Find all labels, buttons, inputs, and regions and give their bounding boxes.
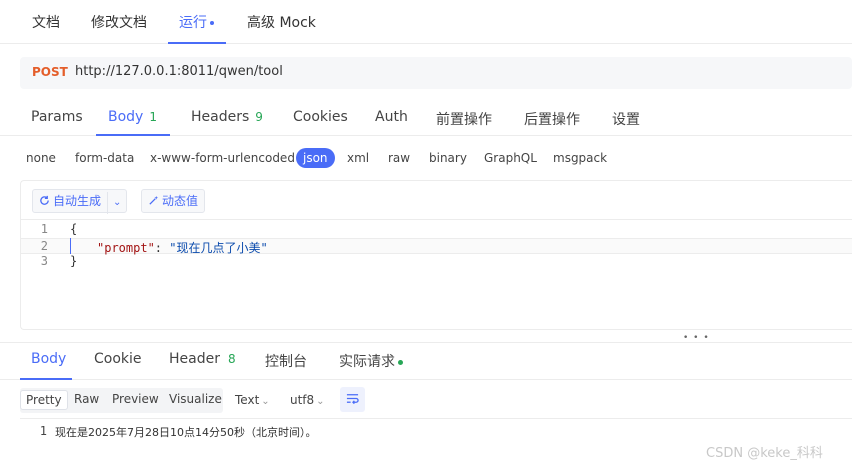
word-wrap-button[interactable] [340, 387, 365, 412]
editor-toolbar: 自动生成 ⌄ 动态值 [21, 181, 852, 220]
json-colon: : [154, 241, 170, 255]
body-type-xml[interactable]: xml [347, 151, 369, 165]
chevron-down-icon: ⌄ [261, 396, 270, 407]
body-type-raw[interactable]: raw [388, 151, 410, 165]
response-line: 1 现在是2025年7月28日10点14分50秒（北京时间）。 [20, 424, 852, 440]
body-type-binary[interactable]: binary [429, 151, 467, 165]
tab-run[interactable]: 运行 [179, 12, 214, 32]
line-number: 1 [40, 222, 48, 236]
dynamic-value-button[interactable]: 动态值 [141, 189, 206, 213]
body-editor[interactable]: 自动生成 ⌄ 动态值 1 { 2 "prompt": "现在几点了小美" 3 } [20, 180, 852, 330]
http-method[interactable]: POST [32, 65, 68, 79]
body-type-none[interactable]: none [26, 151, 56, 165]
magic-wand-icon [149, 195, 159, 205]
refresh-icon [40, 195, 49, 205]
tab-body[interactable]: Body 1 [108, 109, 157, 125]
line-number: 1 [39, 424, 47, 438]
resp-tab-body[interactable]: Body [31, 351, 66, 367]
code-line: 2 "prompt": "现在几点了小美" [21, 238, 852, 255]
pane-divider[interactable]: • • • [0, 331, 852, 343]
auto-generate-button-group: 自动生成 ⌄ [32, 189, 128, 214]
unsaved-dot-icon [210, 21, 214, 25]
tab-headers[interactable]: Headers 9 [191, 109, 263, 125]
status-dot-icon [398, 359, 403, 365]
view-visualize[interactable]: Visualize [169, 392, 222, 406]
tab-run-label: 运行 [179, 15, 207, 31]
active-tab-indicator [168, 42, 226, 44]
body-count-badge: 1 [149, 110, 157, 124]
code-line: 1 { [21, 222, 852, 238]
url-input[interactable]: http://127.0.0.1:8011/qwen/tool [75, 64, 283, 79]
response-tab-bar: Body Cookie Header 8 控制台 实际请求 [0, 344, 852, 380]
view-preview[interactable]: Preview [112, 392, 159, 406]
indent-guide [70, 238, 71, 254]
tab-pre-request[interactable]: 前置操作 [436, 109, 492, 129]
chevron-down-icon: ⌄ [316, 396, 325, 407]
json-value: "现在几点了小美" [169, 241, 268, 255]
header-count-badge: 8 [227, 352, 236, 366]
code-line: 3 } [21, 254, 852, 270]
code-text: } [70, 254, 78, 268]
view-mode-selector: Pretty Raw Preview Visualize [20, 388, 223, 413]
body-type-selector: none form-data x-www-form-urlencoded jso… [0, 146, 852, 172]
tab-docs[interactable]: 文档 [32, 12, 60, 32]
resp-tab-actual-request-label: 实际请求 [339, 354, 395, 370]
tab-advanced-mock[interactable]: 高级 Mock [247, 12, 316, 32]
request-tab-bar: Params Body 1 Headers 9 Cookies Auth 前置操作 … [0, 96, 852, 136]
resp-tab-header[interactable]: Header 8 [169, 351, 236, 367]
request-url-bar[interactable]: POST http://127.0.0.1:8011/qwen/tool [20, 57, 852, 89]
body-type-form-data[interactable]: form-data [75, 151, 134, 165]
dynamic-value-label: 动态值 [162, 194, 199, 208]
line-number: 3 [40, 254, 48, 268]
tab-post-request[interactable]: 后置操作 [524, 109, 580, 129]
view-pretty[interactable]: Pretty [20, 390, 68, 410]
resp-tab-header-label: Header [169, 351, 220, 367]
tab-body-label: Body [108, 109, 144, 125]
response-tab-indicator [20, 378, 72, 380]
resp-tab-console[interactable]: 控制台 [265, 351, 307, 371]
format-value: Text [235, 393, 260, 407]
tab-headers-label: Headers [191, 109, 250, 125]
body-type-json[interactable]: json [296, 148, 335, 168]
format-select[interactable]: Text ⌄ [235, 393, 270, 407]
auto-generate-label: 自动生成 [53, 194, 102, 208]
response-text: 现在是2025年7月28日10点14分50秒（北京时间）。 [55, 426, 317, 439]
tab-params[interactable]: Params [31, 109, 83, 125]
encoding-value: utf8 [290, 393, 315, 407]
tab-edit-docs[interactable]: 修改文档 [91, 12, 147, 32]
body-type-graphql[interactable]: GraphQL [484, 151, 537, 165]
resp-tab-actual-request[interactable]: 实际请求 [339, 351, 403, 371]
encoding-select[interactable]: utf8 ⌄ [290, 393, 325, 407]
line-number: 2 [40, 239, 48, 253]
request-tab-indicator [96, 134, 170, 136]
resp-tab-cookie[interactable]: Cookie [94, 351, 142, 367]
drag-handle-icon[interactable]: • • • [683, 333, 710, 343]
body-type-urlencoded[interactable]: x-www-form-urlencoded [150, 151, 295, 165]
headers-count-badge: 9 [255, 110, 263, 124]
chevron-down-icon[interactable]: ⌄ [107, 192, 126, 214]
code-text: { [70, 222, 78, 236]
watermark: CSDN @keke_科科 [706, 446, 823, 461]
auto-generate-button[interactable]: 自动生成 [33, 190, 107, 212]
json-key: "prompt" [97, 241, 155, 255]
view-raw[interactable]: Raw [74, 392, 99, 406]
wrap-icon [346, 394, 359, 405]
top-tab-bar: 文档 修改文档 运行 高级 Mock [0, 0, 852, 44]
tab-cookies[interactable]: Cookies [293, 109, 348, 125]
tab-auth[interactable]: Auth [375, 109, 408, 125]
tab-settings[interactable]: 设置 [612, 109, 640, 129]
body-type-msgpack[interactable]: msgpack [553, 151, 607, 165]
